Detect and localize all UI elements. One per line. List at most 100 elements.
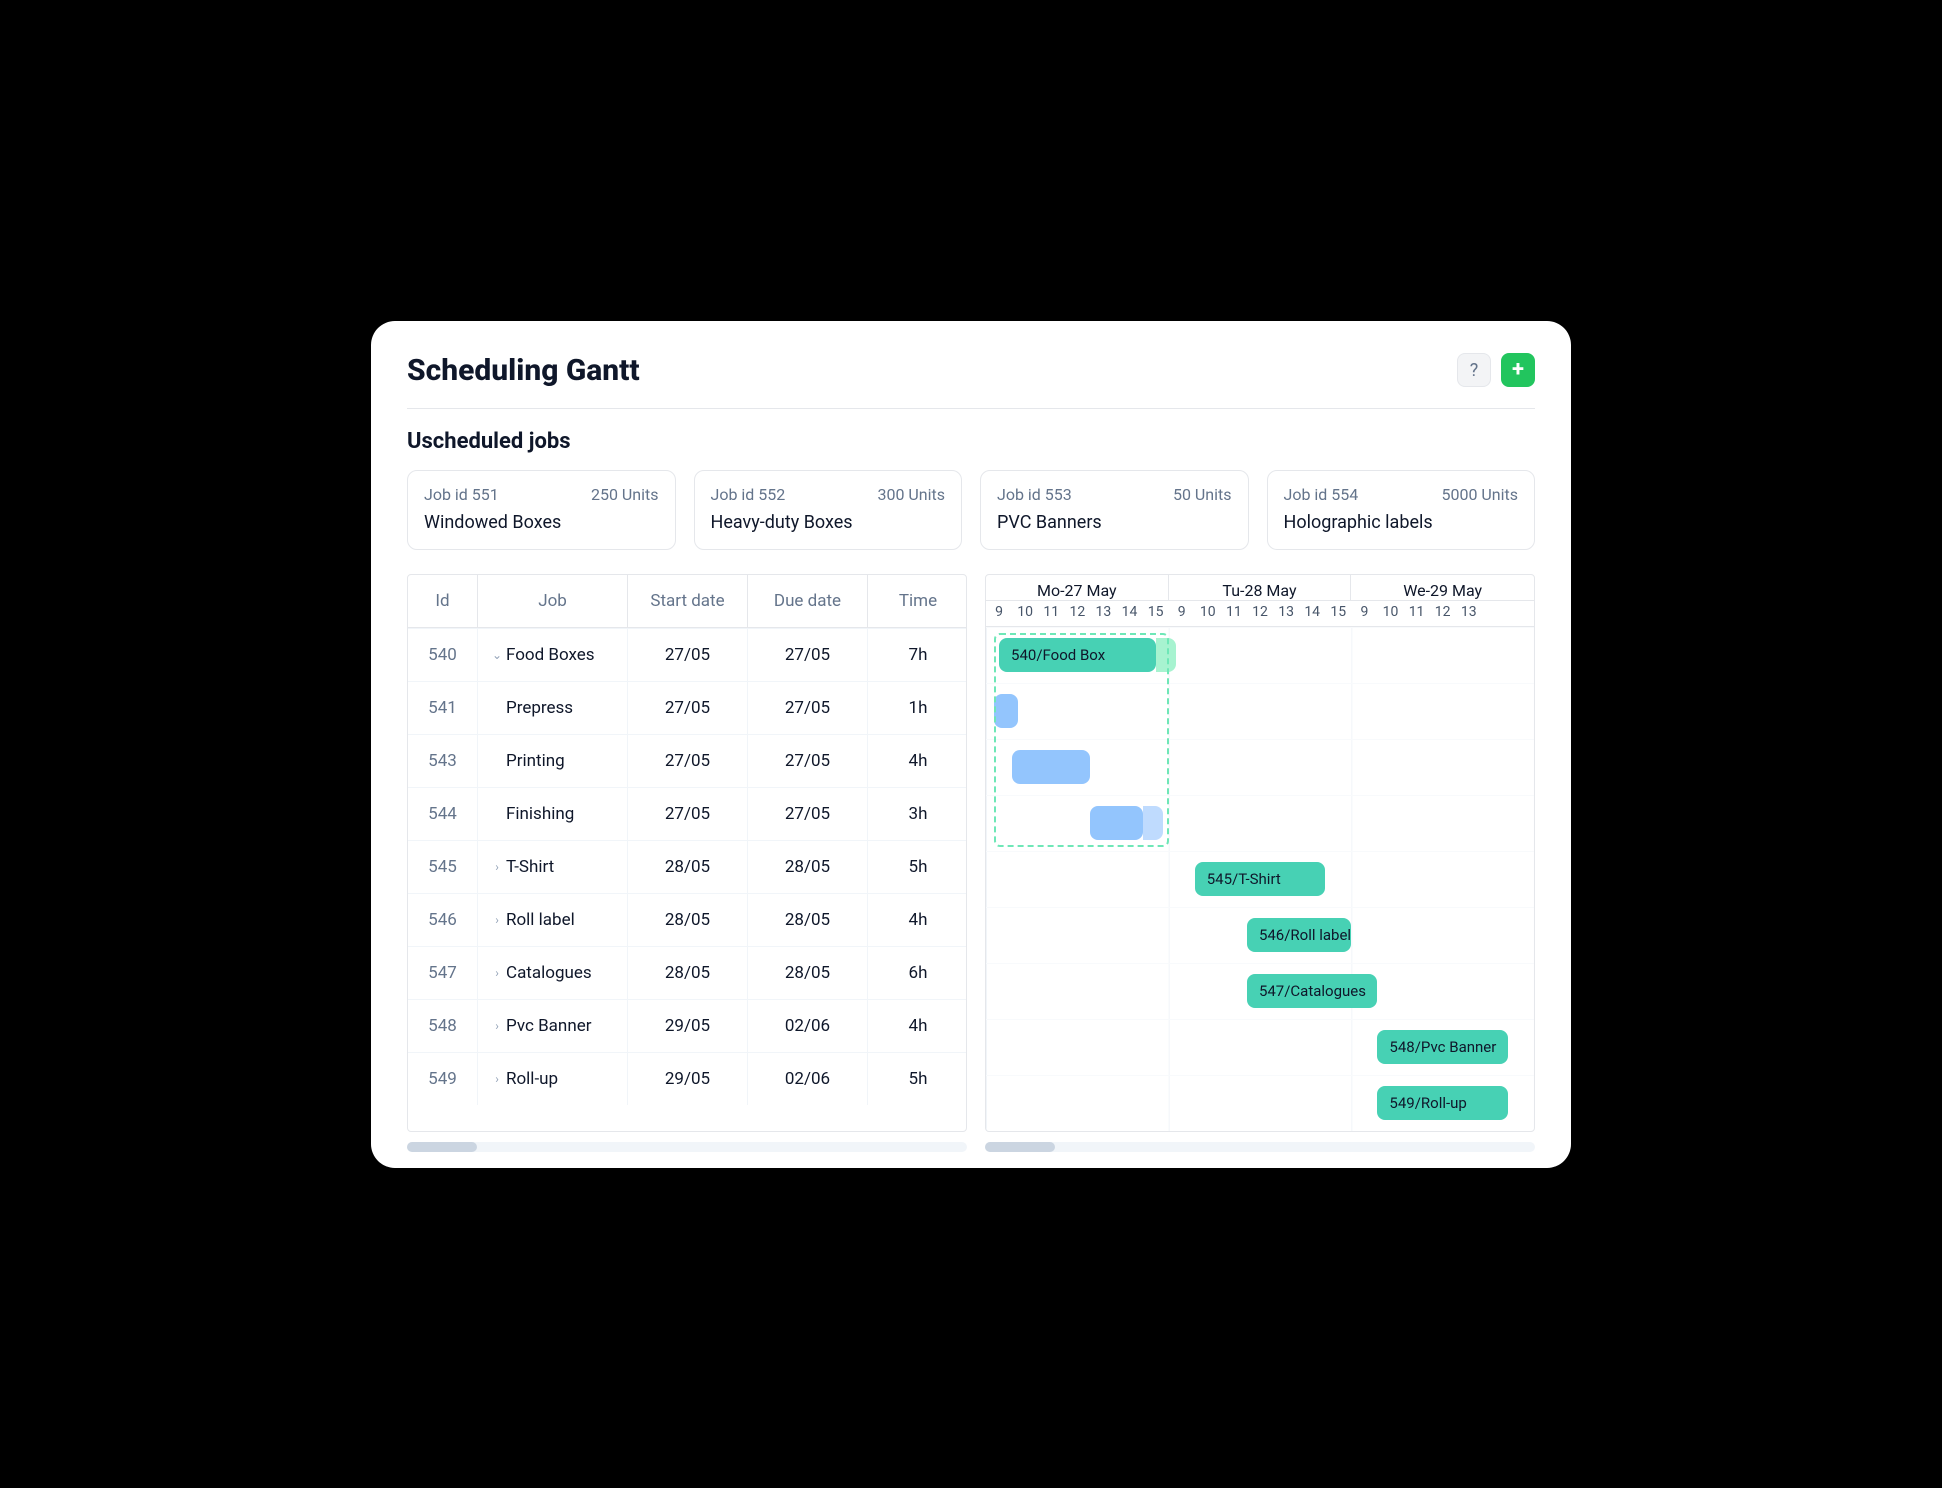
cell-due: 27/05 [748, 628, 868, 681]
unscheduled-card[interactable]: Job id 55350 UnitsPVC Banners [980, 470, 1249, 550]
cell-id: 545 [408, 840, 478, 893]
gantt-scrollbar[interactable] [985, 1142, 1535, 1152]
gantt-row: 546/Roll label [986, 907, 1534, 963]
expand-icon[interactable]: › [492, 1019, 502, 1033]
card-units: 300 Units [877, 485, 945, 504]
gantt-bar[interactable]: 548/Pvc Banner [1377, 1030, 1507, 1064]
cell-time: 4h [868, 999, 967, 1052]
table-row[interactable]: 544Finishing27/0527/053h [408, 787, 966, 840]
gantt-day-label: Mo-27 May [986, 575, 1169, 600]
expand-icon[interactable]: › [492, 966, 502, 980]
gantt-hour-label: 12 [1064, 601, 1090, 626]
cell-start: 29/05 [628, 999, 748, 1052]
cell-start: 28/05 [628, 946, 748, 999]
gantt-row: 548/Pvc Banner [986, 1019, 1534, 1075]
cell-start: 28/05 [628, 840, 748, 893]
main-content: Id Job Start date Due date Time 540⌄Food… [407, 574, 1535, 1132]
expand-icon[interactable]: › [492, 860, 502, 874]
table-scroll-thumb[interactable] [407, 1142, 477, 1152]
gantt-bar[interactable]: 545/T-Shirt [1195, 862, 1325, 896]
gantt-chart: Mo-27 MayTu-28 MayWe-29 May 910111213141… [985, 574, 1535, 1132]
gantt-row: 549/Roll-up [986, 1075, 1534, 1131]
scroll-tracks [407, 1142, 1535, 1152]
gantt-hour-label: 13 [1090, 601, 1116, 626]
gantt-hour-label: 12 [1430, 601, 1456, 626]
cell-job: ›Catalogues [478, 946, 628, 999]
cell-time: 4h [868, 734, 967, 787]
unscheduled-card[interactable]: Job id 5545000 UnitsHolographic labels [1267, 470, 1536, 550]
cell-time: 5h [868, 1052, 967, 1105]
gantt-scroll-thumb[interactable] [985, 1142, 1055, 1152]
cell-job: ⌄Food Boxes [478, 628, 628, 681]
unscheduled-title: Uscheduled jobs [407, 429, 1535, 454]
cell-start: 27/05 [628, 681, 748, 734]
header-actions: ? + [1457, 353, 1535, 387]
table-row[interactable]: 549›Roll-up29/0502/065h [408, 1052, 966, 1105]
cell-due: 28/05 [748, 893, 868, 946]
gantt-hour-label: 11 [1221, 601, 1247, 626]
cell-job: ›Roll label [478, 893, 628, 946]
cell-job: Prepress [478, 681, 628, 734]
gantt-hour-label: 13 [1456, 601, 1482, 626]
cell-start: 28/05 [628, 893, 748, 946]
gantt-hour-label: 10 [1012, 601, 1038, 626]
page-title: Scheduling Gantt [407, 353, 640, 388]
expand-icon[interactable]: › [492, 1072, 502, 1086]
cell-job: ›Roll-up [478, 1052, 628, 1105]
expand-icon[interactable]: › [492, 913, 502, 927]
help-button[interactable]: ? [1457, 353, 1491, 387]
gantt-bar[interactable] [994, 694, 1018, 728]
gantt-day-label: We-29 May [1351, 575, 1534, 600]
gantt-hour-label: 10 [1195, 601, 1221, 626]
cell-id: 540 [408, 628, 478, 681]
gantt-hour-label: 9 [1169, 601, 1195, 626]
gantt-bar[interactable] [1090, 806, 1142, 840]
table-row[interactable]: 541Prepress27/0527/051h [408, 681, 966, 734]
cell-start: 27/05 [628, 628, 748, 681]
gantt-bar[interactable]: 540/Food Box [999, 638, 1156, 672]
table-row[interactable]: 543Printing27/0527/054h [408, 734, 966, 787]
cell-job: ›T-Shirt [478, 840, 628, 893]
gantt-bar[interactable]: 547/Catalogues [1247, 974, 1377, 1008]
cell-start: 29/05 [628, 1052, 748, 1105]
gantt-bar[interactable] [1012, 750, 1090, 784]
table-row[interactable]: 547›Catalogues28/0528/056h [408, 946, 966, 999]
gantt-row: 545/T-Shirt [986, 851, 1534, 907]
gantt-hour-label: 12 [1247, 601, 1273, 626]
gantt-row [986, 795, 1534, 851]
table-row[interactable]: 540⌄Food Boxes27/0527/057h [408, 628, 966, 681]
cell-due: 28/05 [748, 840, 868, 893]
gantt-hour-label: 9 [986, 601, 1012, 626]
col-due: Due date [748, 575, 868, 628]
table-row[interactable]: 545›T-Shirt28/0528/055h [408, 840, 966, 893]
unscheduled-card[interactable]: Job id 552300 UnitsHeavy-duty Boxes [694, 470, 963, 550]
table-body: 540⌄Food Boxes27/0527/057h541Prepress27/… [408, 628, 966, 1105]
cell-due: 27/05 [748, 734, 868, 787]
card-units: 250 Units [591, 485, 659, 504]
card-name: PVC Banners [997, 512, 1232, 533]
col-id: Id [408, 575, 478, 628]
gantt-hour-label: 9 [1351, 601, 1377, 626]
gantt-body[interactable]: 540/Food Box 545/T-Shirt 546/Roll label 547… [986, 627, 1534, 1131]
cell-job: Finishing [478, 787, 628, 840]
gantt-hour-label: 14 [1299, 601, 1325, 626]
cell-id: 548 [408, 999, 478, 1052]
card-name: Holographic labels [1284, 512, 1519, 533]
table-row[interactable]: 546›Roll label28/0528/054h [408, 893, 966, 946]
jobs-table: Id Job Start date Due date Time 540⌄Food… [407, 574, 967, 1132]
table-row[interactable]: 548›Pvc Banner29/0502/064h [408, 999, 966, 1052]
cell-job: ›Pvc Banner [478, 999, 628, 1052]
add-button[interactable]: + [1501, 353, 1535, 387]
header: Scheduling Gantt ? + [407, 353, 1535, 409]
expand-icon[interactable]: ⌄ [492, 648, 502, 662]
col-job: Job [478, 575, 628, 628]
unscheduled-card[interactable]: Job id 551250 UnitsWindowed Boxes [407, 470, 676, 550]
cell-time: 5h [868, 840, 967, 893]
gantt-hour-label: 14 [1116, 601, 1142, 626]
gantt-bar[interactable]: 546/Roll label [1247, 918, 1351, 952]
table-scrollbar[interactable] [407, 1142, 967, 1152]
cell-time: 1h [868, 681, 967, 734]
gantt-bar[interactable]: 549/Roll-up [1377, 1086, 1507, 1120]
cell-time: 3h [868, 787, 967, 840]
app-window: Scheduling Gantt ? + Uscheduled jobs Job… [371, 321, 1571, 1168]
